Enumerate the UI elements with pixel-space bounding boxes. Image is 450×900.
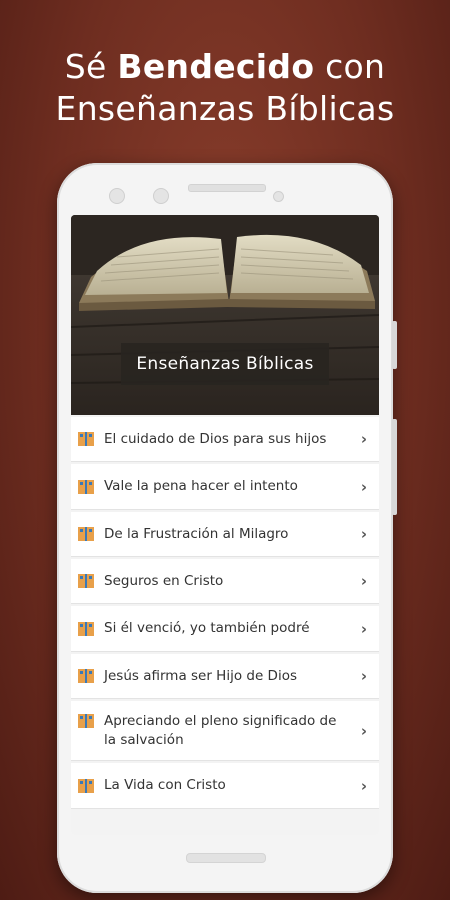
headline-text: Sé (64, 47, 118, 86)
list-item-8[interactable]: La Vida con Cristo › (71, 763, 379, 809)
chevron-right-icon: › (360, 525, 367, 543)
banner-image: Enseñanzas Bíblicas (71, 215, 379, 415)
list-item-3[interactable]: De la Frustración al Milagro › (71, 512, 379, 557)
list-item-2[interactable]: Vale la pena hacer el intento › (71, 464, 379, 510)
headline: Sé Bendecido con Enseñanzas Bíblicas (0, 46, 450, 130)
list-item-5[interactable]: Si él venció, yo también podré › (71, 606, 379, 652)
front-camera-icon (109, 188, 125, 204)
chevron-right-icon: › (360, 477, 367, 496)
chevron-right-icon: › (360, 572, 367, 590)
book-icon (78, 669, 94, 683)
book-icon (78, 432, 94, 446)
list-item-label: El cuidado de Dios para sus hijos (104, 430, 327, 447)
book-icon (78, 621, 94, 636)
list-item-7[interactable]: Apreciando el pleno significado de la sa… (71, 701, 379, 761)
headline-text: con (314, 47, 386, 86)
power-button (392, 419, 397, 515)
chevron-right-icon: › (360, 776, 367, 795)
chevron-right-icon: › (360, 430, 367, 448)
proximity-sensor-icon (273, 191, 284, 202)
book-icon (78, 527, 94, 541)
chevron-right-icon: › (360, 667, 367, 685)
chevron-right-icon: › (360, 619, 367, 638)
sensor-icon (153, 188, 169, 204)
headline-line-2: Enseñanzas Bíblicas (55, 89, 395, 128)
banner-title: Enseñanzas Bíblicas (121, 343, 329, 385)
earpiece-speaker (188, 184, 266, 192)
book-icon (78, 574, 94, 588)
chevron-right-icon: › (360, 721, 367, 740)
app-screen: Enseñanzas Bíblicas El cuidado de Dios p… (71, 215, 379, 835)
list-item-label: Apreciando el pleno significado de la sa… (104, 712, 337, 748)
list-item-label: Seguros en Cristo (104, 572, 224, 589)
list-item-6[interactable]: Jesús afirma ser Hijo de Dios › (71, 654, 379, 699)
list-item-4[interactable]: Seguros en Cristo › (71, 559, 379, 604)
book-icon (78, 714, 94, 728)
book-icon (78, 778, 94, 793)
home-button[interactable] (186, 853, 266, 863)
volume-button (392, 321, 397, 369)
open-bible-image (71, 215, 379, 415)
list-item-label: Vale la pena hacer el intento (104, 478, 298, 494)
headline-bold-text: Bendecido (117, 47, 315, 86)
lesson-list: El cuidado de Dios para sus hijos › Vale… (71, 417, 379, 811)
list-item-label: Si él venció, yo también podré (104, 620, 310, 636)
list-item-label: De la Frustración al Milagro (104, 525, 289, 542)
headline-line-1: Sé Bendecido con (0, 46, 450, 88)
phone-frame: Enseñanzas Bíblicas El cuidado de Dios p… (57, 163, 397, 893)
list-item-label: La Vida con Cristo (104, 777, 226, 793)
list-item-1[interactable]: El cuidado de Dios para sus hijos › (71, 417, 379, 462)
list-item-label: Jesús afirma ser Hijo de Dios (104, 667, 297, 684)
book-icon (78, 479, 94, 494)
